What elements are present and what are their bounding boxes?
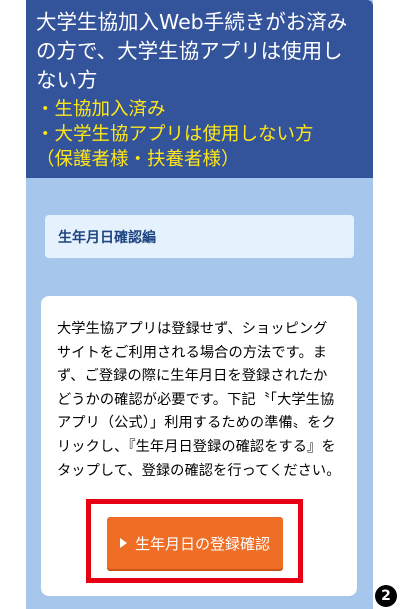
- header-panel: 大学生協加入Web手続きがお済みの方で、大学生協アプリは使用しない方 ・生協加入…: [26, 0, 373, 178]
- section-heading: 生年月日確認編: [58, 229, 156, 246]
- header-points: ・生協加入済み ・大学生協アプリは使用しない方 （保護者様・扶養者様）: [36, 97, 363, 172]
- header-point: （保護者様・扶養者様）: [36, 149, 240, 170]
- highlight-frame: [86, 499, 303, 583]
- header-point: ・生協加入済み: [36, 99, 166, 120]
- header-point: ・大学生協アプリは使用しない方: [36, 124, 314, 145]
- step-number-badge: 2: [375, 585, 397, 607]
- section-heading-bar: 生年月日確認編: [45, 215, 354, 258]
- instruction-text: 大学生協アプリは登録せず、ショッピングサイトをご利用される場合の方法です。まず、…: [57, 321, 341, 479]
- header-title: 大学生協加入Web手続きがお済みの方で、大学生協アプリは使用しない方: [36, 10, 348, 92]
